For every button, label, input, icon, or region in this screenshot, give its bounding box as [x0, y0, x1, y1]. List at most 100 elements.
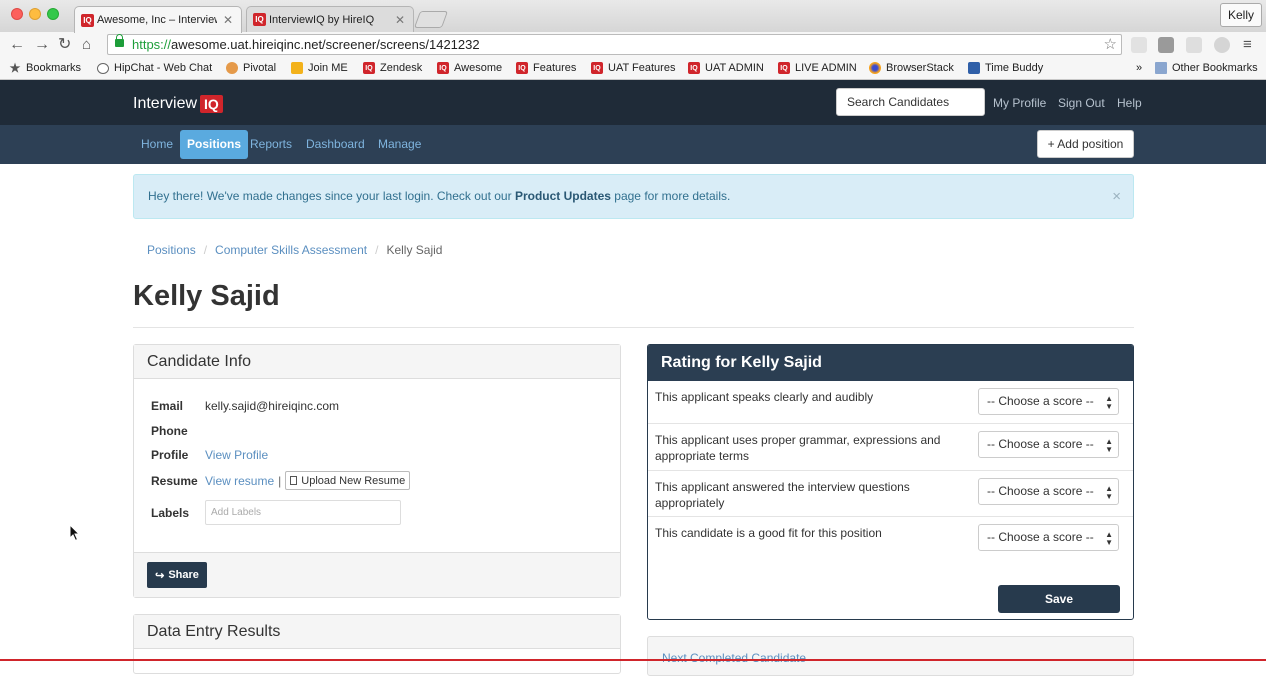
- reload-icon[interactable]: ↻: [58, 35, 71, 55]
- add-labels-input[interactable]: [205, 500, 401, 525]
- iq-icon: IQ: [688, 62, 700, 74]
- nav-reports[interactable]: Reports: [243, 130, 299, 159]
- browser-profile-button[interactable]: Kelly: [1219, 3, 1262, 27]
- breadcrumb-position-name[interactable]: Computer Skills Assessment: [215, 243, 367, 257]
- maximize-window-button[interactable]: [47, 8, 59, 20]
- share-button[interactable]: ↪ Share: [147, 562, 207, 588]
- criterion-text: This applicant uses proper grammar, expr…: [655, 433, 941, 463]
- browser-tab-interviewiq[interactable]: IQ InterviewIQ by HireIQ ✕: [246, 6, 414, 32]
- product-updates-link[interactable]: Product Updates: [515, 189, 611, 203]
- forward-arrow-icon[interactable]: →: [34, 35, 50, 55]
- search-candidates-input[interactable]: [836, 88, 985, 116]
- next-candidate-panel: Next Completed Candidate: [647, 636, 1134, 676]
- score-select[interactable]: -- Choose a score -- ▲ ▼: [978, 431, 1119, 458]
- bookmark-item[interactable]: Time Buddy: [968, 62, 1043, 74]
- breadcrumb-positions[interactable]: Positions: [147, 243, 196, 257]
- select-arrows-icon: ▲ ▼: [1105, 394, 1113, 411]
- select-arrows-icon: ▲ ▼: [1105, 530, 1113, 547]
- resume-row: Resume View resume | Upload New Resume: [151, 471, 411, 490]
- minimize-window-button[interactable]: [29, 8, 41, 20]
- bookmark-item[interactable]: BrowserStack: [869, 62, 954, 74]
- page-title: Kelly Sajid: [133, 280, 280, 312]
- other-bookmarks-folder[interactable]: Other Bookmarks: [1155, 62, 1258, 74]
- view-resume-link[interactable]: View resume: [205, 474, 274, 488]
- add-position-button[interactable]: + Add position: [1037, 130, 1134, 158]
- pivotal-icon: [226, 62, 238, 74]
- rating-criterion-row: This candidate is a good fit for this po…: [648, 517, 1133, 563]
- criterion-text: This candidate is a good fit for this po…: [655, 526, 882, 540]
- extension-cloud-icon[interactable]: [1131, 37, 1147, 53]
- iq-icon: IQ: [778, 62, 790, 74]
- iq-icon: IQ: [437, 62, 449, 74]
- rating-criterion-row: This applicant speaks clearly and audibl…: [648, 381, 1133, 424]
- star-icon: ★: [9, 61, 21, 75]
- extension-skype-icon[interactable]: [1214, 37, 1230, 53]
- bookmark-star-icon[interactable]: ☆: [1104, 35, 1117, 54]
- extension-drive-icon[interactable]: [1186, 37, 1202, 53]
- url-text: awesome.uat.hireiqinc.net/screener/scree…: [171, 37, 480, 52]
- next-completed-candidate-link[interactable]: Next Completed Candidate: [662, 651, 806, 665]
- browser-toolbar: ← → ↻ ⌂ https://awesome.uat.hireiqinc.ne…: [0, 32, 1266, 58]
- bookmark-item[interactable]: IQ LIVE ADMIN: [778, 62, 857, 74]
- alert-text-suffix: page for more details.: [610, 189, 731, 203]
- browser-tab-title: InterviewIQ by HireIQ: [269, 13, 375, 26]
- rating-heading: Rating for Kelly Sajid: [648, 345, 1133, 381]
- nav-positions[interactable]: Positions: [180, 130, 249, 159]
- my-profile-link[interactable]: My Profile: [993, 96, 1046, 110]
- close-window-button[interactable]: [11, 8, 23, 20]
- iq-icon: IQ: [516, 62, 528, 74]
- document-icon: [290, 476, 298, 485]
- alert-text: Hey there! We've made changes since your…: [148, 189, 515, 203]
- menu-icon[interactable]: ≡: [1243, 35, 1252, 55]
- interviewiq-logo[interactable]: Interview IQ: [133, 95, 223, 113]
- mouse-cursor-icon: [69, 524, 81, 542]
- email-row: Email kelly.sajid@hireiqinc.com: [151, 399, 339, 413]
- close-tab-icon[interactable]: ✕: [223, 13, 233, 27]
- nav-home[interactable]: Home: [134, 130, 180, 159]
- profile-label: Profile: [151, 448, 189, 462]
- folder-icon: [1155, 62, 1167, 74]
- extension-square-icon[interactable]: [1158, 37, 1174, 53]
- bookmarks-overflow-button[interactable]: »: [1136, 62, 1142, 74]
- data-entry-results-heading: Data Entry Results: [134, 615, 620, 649]
- joinme-icon: [291, 62, 303, 74]
- bookmark-item[interactable]: IQ Zendesk: [363, 62, 422, 74]
- sign-out-link[interactable]: Sign Out: [1058, 96, 1105, 110]
- product-updates-alert: Hey there! We've made changes since your…: [133, 174, 1134, 219]
- bookmark-item[interactable]: Pivotal: [226, 62, 276, 74]
- score-select[interactable]: -- Choose a score -- ▲ ▼: [978, 478, 1119, 505]
- close-tab-icon[interactable]: ✕: [395, 13, 405, 27]
- url-scheme: https://: [132, 37, 172, 52]
- labels-row: Labels: [151, 500, 401, 525]
- close-icon[interactable]: ×: [1112, 175, 1121, 218]
- candidate-info-heading: Candidate Info: [134, 345, 620, 379]
- address-bar[interactable]: https://awesome.uat.hireiqinc.net/screen…: [107, 34, 1122, 55]
- candidate-info-panel: Candidate Info Email kelly.sajid@hireiqi…: [133, 344, 621, 598]
- score-select[interactable]: -- Choose a score -- ▲ ▼: [978, 524, 1119, 551]
- bookmark-item[interactable]: IQ UAT Features: [591, 62, 675, 74]
- bookmarks-bar: ★ Bookmarks HipChat - Web Chat Pivotal Jo…: [0, 58, 1266, 80]
- new-tab-button[interactable]: [413, 11, 449, 28]
- bookmark-item[interactable]: HipChat - Web Chat: [97, 62, 212, 74]
- help-link[interactable]: Help: [1117, 96, 1142, 110]
- back-arrow-icon[interactable]: ←: [9, 35, 25, 55]
- bookmark-item[interactable]: IQ Features: [516, 62, 576, 74]
- bookmark-item[interactable]: ★ Bookmarks: [9, 61, 81, 75]
- bookmark-item[interactable]: IQ Awesome: [437, 62, 502, 74]
- view-profile-link[interactable]: View Profile: [205, 448, 268, 462]
- home-icon[interactable]: ⌂: [82, 35, 91, 55]
- score-select[interactable]: -- Choose a score -- ▲ ▼: [978, 388, 1119, 415]
- bookmark-item[interactable]: Join ME: [291, 62, 348, 74]
- nav-manage[interactable]: Manage: [371, 130, 428, 159]
- iq-favicon-icon: IQ: [253, 13, 266, 26]
- lock-icon: [115, 34, 124, 47]
- upload-resume-button[interactable]: Upload New Resume: [285, 471, 411, 490]
- browser-tab-awesome[interactable]: IQ Awesome, Inc – InterviewIQ ✕: [74, 6, 242, 33]
- browserstack-icon: [869, 62, 881, 74]
- bookmark-item[interactable]: IQ UAT ADMIN: [688, 62, 764, 74]
- nav-dashboard[interactable]: Dashboard: [299, 130, 372, 159]
- criterion-text: This applicant answered the interview qu…: [655, 480, 910, 510]
- save-button[interactable]: Save: [998, 585, 1120, 613]
- phone-label: Phone: [151, 424, 188, 438]
- browser-tabstrip: IQ Awesome, Inc – InterviewIQ ✕ IQ Inter…: [0, 0, 1266, 33]
